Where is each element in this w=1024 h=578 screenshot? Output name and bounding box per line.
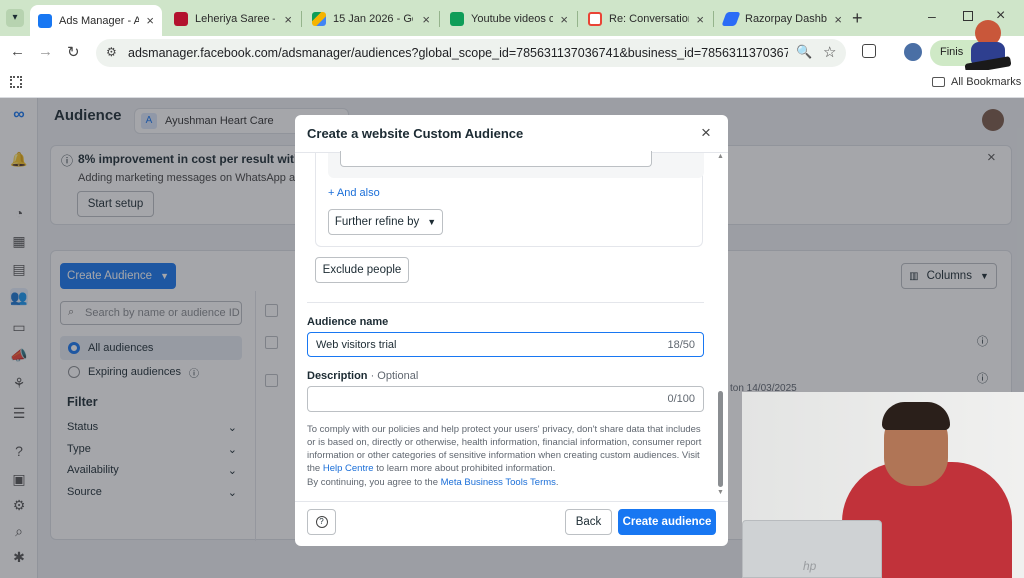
terms-notice: By continuing, you agree to the Meta Bus… xyxy=(307,476,702,489)
policy-tail: to learn more about prohibited informati… xyxy=(373,463,556,474)
close-tab-icon[interactable]: × xyxy=(284,12,292,27)
rule-input[interactable] xyxy=(340,151,652,167)
help-button[interactable]: ? xyxy=(307,509,336,535)
description-label: Description · Optional xyxy=(307,370,418,382)
meta-favicon-icon xyxy=(38,13,52,28)
dialog-header: Create a website Custom Audience × xyxy=(295,115,728,153)
extension-avatar-icon[interactable] xyxy=(904,43,922,61)
audience-name-value: Web visitors trial xyxy=(316,339,397,351)
close-tab-icon[interactable]: × xyxy=(422,12,430,27)
close-tab-icon[interactable]: × xyxy=(560,12,568,27)
close-tab-icon[interactable]: × xyxy=(146,13,154,28)
optional-tag: · Optional xyxy=(367,370,419,382)
terms-suffix: . xyxy=(555,477,559,488)
zoom-search-icon[interactable]: 🔍 xyxy=(796,44,812,60)
help-centre-link[interactable]: Help Centre xyxy=(323,463,374,474)
all-bookmarks-button[interactable]: All Bookmarks xyxy=(932,76,1021,88)
site-settings-icon[interactable]: ⚙ xyxy=(106,45,117,59)
webcam-overlay: hp xyxy=(742,392,1024,578)
tab-youtube-sheet[interactable]: Youtube videos co × xyxy=(442,5,576,33)
extensions-puzzle-icon[interactable] xyxy=(862,44,876,58)
tab-title: Youtube videos co xyxy=(471,13,553,25)
question-circle-icon: ? xyxy=(315,516,328,528)
description-title: Description xyxy=(307,370,368,382)
reload-icon[interactable]: ↻ xyxy=(67,43,80,61)
section-divider xyxy=(307,302,704,303)
bookmark-star-icon[interactable]: ☆ xyxy=(823,43,836,61)
and-also-link[interactable]: + And also xyxy=(328,187,380,199)
description-counter: 0/100 xyxy=(667,393,695,405)
shield-favicon-icon xyxy=(174,12,188,26)
close-tab-icon[interactable]: × xyxy=(696,12,704,27)
audience-name-counter: 18/50 xyxy=(667,339,695,351)
tab-title: Leheriya Saree – ... xyxy=(195,13,275,25)
scrollbar-thumb[interactable] xyxy=(718,391,723,487)
dialog-title: Create a website Custom Audience xyxy=(307,126,524,141)
laptop-logo: hp xyxy=(803,559,817,573)
inclusion-rules-box: + And also Further refine by ▼ xyxy=(315,151,704,247)
folder-icon xyxy=(932,77,945,87)
back-button[interactable]: Back xyxy=(565,509,612,535)
drive-favicon-icon xyxy=(312,12,326,26)
browser-tab-bar: ▾ Ads Manager - Au × Leheriya Saree – ..… xyxy=(0,0,1024,36)
terms-prefix: By continuing, you agree to the xyxy=(307,477,441,488)
url-text: adsmanager.facebook.com/adsmanager/audie… xyxy=(128,46,788,60)
browser-toolbar: ← → ↻ ⚙ adsmanager.facebook.com/adsmanag… xyxy=(0,20,1024,74)
laptop: hp xyxy=(742,520,882,578)
meta-terms-link[interactable]: Meta Business Tools Terms xyxy=(441,477,556,488)
tab-list-dropdown-icon[interactable]: ▾ xyxy=(6,9,24,27)
tab-leheriya-saree[interactable]: Leheriya Saree – ... × xyxy=(166,5,300,33)
create-audience-submit-button[interactable]: Create audience xyxy=(618,509,716,535)
description-input[interactable]: 0/100 xyxy=(307,386,704,412)
rule-inner-box xyxy=(328,151,704,178)
exclude-people-button[interactable]: Exclude people xyxy=(315,257,409,283)
channel-logo-sticker xyxy=(963,16,1013,74)
apps-grid-icon[interactable] xyxy=(10,76,22,88)
close-dialog-icon[interactable]: × xyxy=(701,123,711,143)
forward-arrow-icon[interactable]: → xyxy=(38,43,53,60)
dialog-scrollbar[interactable]: ▲ ▼ xyxy=(717,153,725,501)
presenter-hair xyxy=(882,402,950,430)
audience-name-label: Audience name xyxy=(307,316,389,328)
razorpay-favicon-icon xyxy=(721,12,741,26)
tab-title: Re: Conversation xyxy=(609,13,690,25)
profile-label: Finis xyxy=(940,46,964,58)
sheets-favicon-icon xyxy=(450,12,464,26)
policy-notice: To comply with our policies and help pro… xyxy=(307,423,702,475)
tab-title: 15 Jan 2026 - Goo xyxy=(333,13,413,25)
dialog-footer-divider xyxy=(295,501,728,502)
all-bookmarks-label: All Bookmarks xyxy=(951,76,1022,88)
back-arrow-icon[interactable]: ← xyxy=(10,43,25,60)
tab-google-drive[interactable]: 15 Jan 2026 - Goo × xyxy=(304,5,438,33)
scroll-up-arrow-icon[interactable]: ▲ xyxy=(717,153,724,160)
tab-razorpay[interactable]: Razorpay Dashboa × xyxy=(716,5,850,33)
further-refine-label: Further refine by xyxy=(334,216,420,228)
custom-audience-dialog: Create a website Custom Audience × + And… xyxy=(295,115,728,546)
further-refine-button[interactable]: Further refine by ▼ xyxy=(328,209,443,235)
minimize-window-icon[interactable]: – xyxy=(928,8,936,24)
tab-title: Ads Manager - Au xyxy=(59,14,140,27)
new-tab-icon[interactable]: + xyxy=(852,8,863,29)
scroll-down-arrow-icon[interactable]: ▼ xyxy=(717,489,724,496)
address-bar[interactable]: ⚙ adsmanager.facebook.com/adsmanager/aud… xyxy=(96,39,846,67)
tab-ads-manager[interactable]: Ads Manager - Au × xyxy=(30,5,162,36)
audience-name-input[interactable]: Web visitors trial 18/50 xyxy=(307,332,704,357)
tab-title: Razorpay Dashboa xyxy=(745,13,827,25)
bookmarks-bar: All Bookmarks xyxy=(0,70,1024,98)
tab-gmail[interactable]: Re: Conversation × xyxy=(580,5,712,33)
caret-down-icon: ▼ xyxy=(427,217,437,227)
close-tab-icon[interactable]: × xyxy=(834,12,842,27)
gmail-favicon-icon xyxy=(588,12,602,26)
